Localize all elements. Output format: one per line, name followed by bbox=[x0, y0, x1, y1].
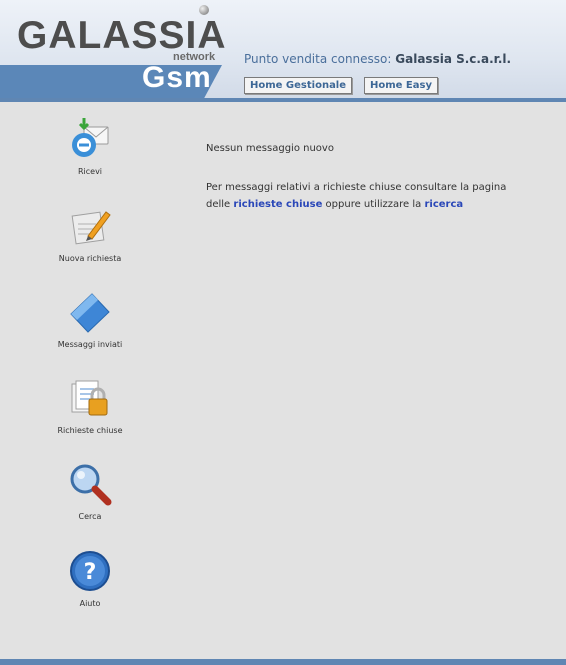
home-easy-button[interactable]: Home Easy bbox=[364, 77, 438, 94]
info-middle: oppure utilizzare la bbox=[325, 199, 422, 210]
sent-messages-icon bbox=[70, 293, 110, 333]
header-divider bbox=[0, 98, 566, 102]
sidebar-item-aiuto[interactable]: ? Aiuto bbox=[40, 549, 140, 608]
sidebar-item-label: Nuova richiesta bbox=[58, 254, 122, 263]
sidebar-item-messaggi-inviati[interactable]: Messaggi inviati bbox=[40, 290, 140, 349]
search-icon bbox=[70, 464, 112, 506]
receive-mail-icon bbox=[72, 118, 109, 157]
help-icon: ? bbox=[70, 551, 110, 591]
info-line-1: Per messaggi relativi a richieste chiuse… bbox=[206, 182, 507, 193]
sidebar-item-richieste-chiuse[interactable]: Richieste chiuse bbox=[40, 376, 140, 435]
sidebar-item-label: Aiuto bbox=[79, 599, 101, 608]
store-name: Galassia S.c.a.r.l. bbox=[395, 52, 512, 66]
closed-requests-lock-icon bbox=[71, 380, 108, 416]
store-label: Punto vendita connesso: bbox=[244, 52, 392, 66]
info-line-2: delle richieste chiuse oppure utilizzare… bbox=[206, 199, 463, 210]
store-info: Punto vendita connesso: Galassia S.c.a.r… bbox=[244, 52, 511, 66]
sidebar-item-label: Cerca bbox=[78, 512, 102, 521]
sidebar-item-cerca[interactable]: Cerca bbox=[40, 462, 140, 521]
sidebar-item-nuova-richiesta[interactable]: Nuova richiesta bbox=[40, 204, 140, 263]
info-prefix: delle bbox=[206, 199, 231, 210]
header: GALASSIA network Gsm Punto vendita conne… bbox=[0, 0, 566, 98]
sidebar-item-label: Messaggi inviati bbox=[57, 340, 123, 349]
new-request-icon bbox=[71, 211, 111, 245]
footer-divider bbox=[0, 659, 566, 665]
sidebar-item-ricevi[interactable]: Ricevi bbox=[40, 117, 140, 176]
search-link[interactable]: ricerca bbox=[424, 199, 463, 210]
no-messages-text: Nessun messaggio nuovo bbox=[206, 143, 334, 154]
sidebar-item-label: Ricevi bbox=[77, 167, 103, 176]
logo-product: Gsm bbox=[142, 61, 212, 94]
home-gestionale-button[interactable]: Home Gestionale bbox=[244, 77, 353, 94]
closed-requests-link[interactable]: richieste chiuse bbox=[233, 199, 322, 210]
svg-text:?: ? bbox=[84, 560, 97, 585]
sidebar-item-label: Richieste chiuse bbox=[57, 426, 123, 435]
logo-brand: GALASSIA bbox=[17, 14, 227, 57]
